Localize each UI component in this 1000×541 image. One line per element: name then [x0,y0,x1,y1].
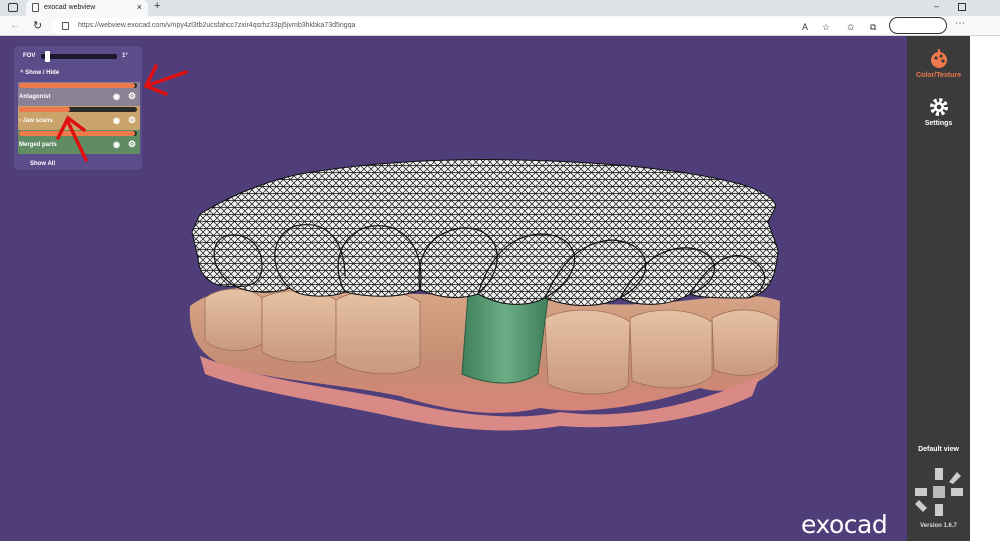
color-texture-button[interactable]: Color/Texture [907,48,970,79]
eye-icon[interactable]: ◉ [113,140,120,149]
default-view-label: Default view [918,446,959,453]
read-aloud-icon[interactable]: A [802,22,808,32]
palette-icon [930,49,947,68]
window-menu-icon[interactable] [8,3,18,12]
fov-slider-thumb[interactable] [44,51,50,62]
layer-row-jaw-scans[interactable]: › Jaw scans ◉ ⚙ [18,106,140,130]
url-field[interactable]: https://webview.exocad.com/v/npy4zl3tb2u… [52,18,892,34]
profile-search-pill[interactable] [889,17,947,34]
page-icon [32,3,39,12]
reload-icon[interactable]: ↻ [33,19,42,32]
collections-icon[interactable]: ⧉ [870,22,876,33]
favorites-icon[interactable]: ✩ [847,22,855,33]
lock-icon[interactable] [62,22,69,30]
more-menu-icon[interactable]: ⋯ [955,18,965,29]
settings-gear-icon [929,98,948,116]
show-hide-toggle[interactable]: ^ Show / Hide [20,70,59,76]
color-texture-label: Color/Texture [916,72,961,79]
show-hide-panel: FOV 1° ^ Show / Hide Antagonist ◉ ⚙ › Ja… [14,46,142,170]
favorites-add-icon[interactable]: ☆ [822,22,830,33]
layer-label-jaw-scans: › Jaw scans [19,118,53,124]
settings-button[interactable]: Settings [907,96,970,127]
layer-label-merged-parts: Merged parts [19,142,57,148]
address-bar-row: ← ↻ https://webview.exocad.com/v/npy4zl3… [0,16,1000,36]
url-text[interactable]: https://webview.exocad.com/v/npy4zl3tb2u… [78,22,355,29]
gear-icon[interactable]: ⚙ [128,139,136,150]
layer-row-merged-parts[interactable]: Merged parts ◉ ⚙ [18,130,140,154]
opacity-slider-merged-parts[interactable] [19,131,137,136]
settings-label: Settings [924,120,953,127]
layer-row-antagonist[interactable]: Antagonist ◉ ⚙ [18,82,140,106]
eye-icon[interactable]: ◉ [113,116,120,125]
exocad-logo: exocad [801,510,888,539]
page-margin [970,36,1000,541]
layer-label-antagonist: Antagonist [19,94,51,100]
fov-value: 1° [122,53,128,59]
eye-icon[interactable]: ◉ [113,92,120,101]
gear-icon[interactable]: ⚙ [128,115,136,126]
opacity-slider-jaw-scans[interactable] [19,107,137,112]
back-arrow-icon[interactable]: ← [10,20,20,31]
opacity-slider-antagonist[interactable] [19,83,137,88]
view-cube-icon[interactable] [911,464,967,520]
tab-title: exocad webview [44,4,96,11]
fov-slider[interactable] [41,54,117,59]
show-all-button[interactable]: Show All [30,161,55,167]
tab-close-icon[interactable]: × [137,2,142,12]
right-toolbar: Color/Texture Settings Default view Vers… [907,36,970,541]
version-text: Version 1.6.7 [920,523,957,529]
browser-tab[interactable]: exocad webview × [26,0,148,16]
browser-tab-bar: exocad webview × + – [0,0,1000,16]
restore-button[interactable] [958,3,966,11]
gear-icon[interactable]: ⚙ [128,91,136,102]
new-tab-button[interactable]: + [154,0,160,12]
fov-label: FOV [23,53,36,59]
antagonist-mesh [191,159,779,306]
minimize-button[interactable]: – [934,1,939,11]
